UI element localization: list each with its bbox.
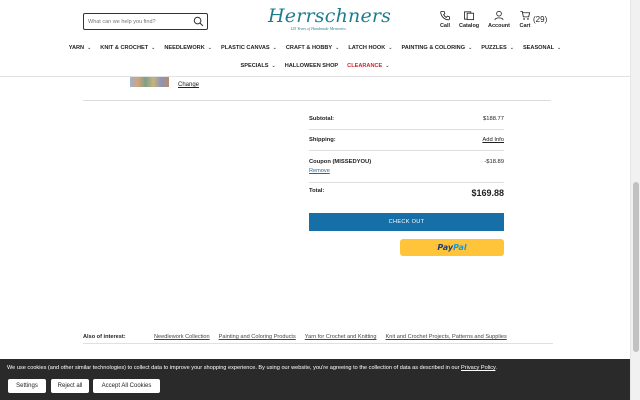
subtotal-label: Subtotal: [309, 116, 335, 122]
nav-label: PAINTING & COLORING [401, 45, 466, 51]
divider [309, 129, 504, 130]
also-link-projects[interactable]: Knit and Crochet Projects, Patterns and … [386, 334, 507, 340]
reject-all-button[interactable]: Reject all [51, 379, 89, 393]
paypal-logo-pal: Pal [453, 243, 467, 252]
chevron-down-icon: ⌄ [87, 45, 92, 51]
scrollbar-thumb[interactable] [633, 182, 639, 352]
nav-clearance[interactable]: CLEARANCE ⌄ [347, 63, 389, 69]
cookie-banner: We use cookies (and other similar techno… [0, 359, 630, 400]
cookie-message: We use cookies (and other similar techno… [7, 365, 497, 371]
total-label: Total: [309, 188, 325, 194]
total-value: $169.88 [471, 188, 504, 198]
chevron-down-icon: ⌄ [151, 45, 156, 51]
remove-coupon-link[interactable]: Remove [309, 168, 330, 174]
chevron-down-icon: ⌄ [335, 45, 340, 51]
nav-label: SPECIALS [240, 63, 269, 69]
coupon-discount: -$18.89 [484, 159, 504, 165]
nav-label: PUZZLES [481, 45, 507, 51]
nav-puzzles[interactable]: PUZZLES ⌄ [481, 45, 514, 51]
nav-seasonal[interactable]: SEASONAL ⌄ [523, 45, 561, 51]
account-label: Account [488, 23, 510, 29]
also-of-interest: Also of interest: Needlework Collection … [83, 331, 553, 343]
nav-label: YARN [68, 45, 85, 51]
coupon-label: Coupon (MISSEDYOU) [309, 159, 372, 165]
cart-label: Cart [519, 23, 531, 29]
product-thumbnail[interactable] [130, 77, 169, 87]
main-nav-row-1: YARN ⌄ KNIT & CROCHET ⌄ NEEDLEWORK ⌄ PLASTI… [0, 45, 630, 51]
nav-specials[interactable]: SPECIALS ⌄ [241, 63, 276, 69]
chevron-down-icon: ⌄ [272, 45, 277, 51]
total-row: Total: $169.88 [309, 188, 504, 198]
nav-label: HALLOWEEN SHOP [284, 63, 339, 69]
also-link-needlework[interactable]: Needlework Collection [154, 334, 210, 340]
cookie-text: We use cookies (and other similar techno… [7, 365, 462, 371]
cart-icon [520, 10, 531, 20]
nav-knit-crochet[interactable]: KNIT & CROCHET ⌄ [100, 45, 155, 51]
logo-text: Herrschners [268, 5, 392, 27]
chevron-down-icon: ⌄ [557, 45, 562, 51]
cookie-period: . [495, 365, 497, 371]
nav-halloween-shop[interactable]: HALLOWEEN SHOP [285, 63, 338, 69]
subtotal-value: $188.77 [483, 116, 504, 122]
chevron-down-icon: ⌄ [468, 45, 473, 51]
checkout-button[interactable]: CHECK OUT [309, 213, 504, 231]
chevron-down-icon: ⌄ [509, 45, 514, 51]
shipping-row: Shipping: Add Info [309, 137, 504, 143]
nav-label: KNIT & CROCHET [100, 45, 149, 51]
add-shipping-info-link[interactable]: Add Info [482, 137, 504, 143]
chevron-down-icon: ⌄ [385, 63, 390, 69]
subtotal-row: Subtotal: $188.77 [309, 116, 504, 122]
catalog-link[interactable]: Catalog [459, 10, 479, 29]
site-header: Herrschners 125 Years of Handmade Memori… [0, 0, 630, 77]
also-link-painting[interactable]: Painting and Coloring Products [219, 334, 296, 340]
accept-all-cookies-button[interactable]: Accept All Cookies [93, 379, 160, 393]
account-icon [494, 10, 504, 21]
site-logo[interactable]: Herrschners 125 Years of Handmade Memori… [268, 5, 392, 34]
catalog-label: Catalog [459, 23, 480, 29]
nav-label: PLASTIC CANVAS [220, 45, 270, 51]
divider [83, 100, 551, 101]
search-box[interactable] [83, 13, 208, 30]
phone-icon [440, 10, 450, 21]
divider [309, 150, 504, 151]
chevron-down-icon: ⌄ [207, 45, 212, 51]
search-input[interactable] [88, 18, 188, 25]
nav-yarn[interactable]: YARN ⌄ [69, 45, 92, 51]
call-link[interactable]: Call [439, 10, 451, 29]
divider [309, 182, 504, 183]
nav-plastic-canvas[interactable]: PLASTIC CANVAS ⌄ [221, 45, 277, 51]
nav-latch-hook[interactable]: LATCH HOOK ⌄ [348, 45, 392, 51]
catalog-icon [464, 11, 475, 21]
nav-label: SEASONAL [522, 45, 555, 51]
account-link[interactable]: Account [488, 10, 510, 29]
coupon-row: Coupon (MISSEDYOU) -$18.89 [309, 159, 504, 165]
cart-count-badge[interactable]: (29) [533, 15, 547, 24]
page-scrollbar[interactable] [630, 0, 640, 400]
call-label: Call [439, 23, 451, 29]
divider [83, 343, 553, 344]
cart-link[interactable]: Cart [519, 10, 531, 29]
change-link[interactable]: Change [178, 82, 199, 88]
nav-craft-hobby[interactable]: CRAFT & HOBBY ⌄ [286, 45, 340, 51]
nav-label: CRAFT & HOBBY [285, 45, 333, 51]
nav-needlework[interactable]: NEEDLEWORK ⌄ [164, 45, 212, 51]
shipping-label: Shipping: [309, 137, 336, 143]
privacy-policy-link[interactable]: Privacy Policy [461, 365, 495, 371]
nav-painting-coloring[interactable]: PAINTING & COLORING ⌄ [401, 45, 472, 51]
nav-label: LATCH HOOK [348, 45, 386, 51]
search-icon[interactable] [193, 16, 204, 27]
paypal-button[interactable]: Pay Pal [400, 239, 504, 256]
chevron-down-icon: ⌄ [388, 45, 393, 51]
nav-label: CLEARANCE [347, 63, 383, 69]
nav-label: NEEDLEWORK [164, 45, 205, 51]
also-of-interest-heading: Also of interest: [83, 334, 126, 340]
also-link-yarn[interactable]: Yarn for Crochet and Knitting [305, 334, 377, 340]
chevron-down-icon: ⌄ [271, 63, 276, 69]
paypal-logo-pay: Pay [437, 243, 454, 252]
cookie-settings-button[interactable]: Settings [8, 379, 46, 393]
main-nav-row-2: SPECIALS ⌄ HALLOWEEN SHOP CLEARANCE ⌄ [0, 63, 630, 69]
